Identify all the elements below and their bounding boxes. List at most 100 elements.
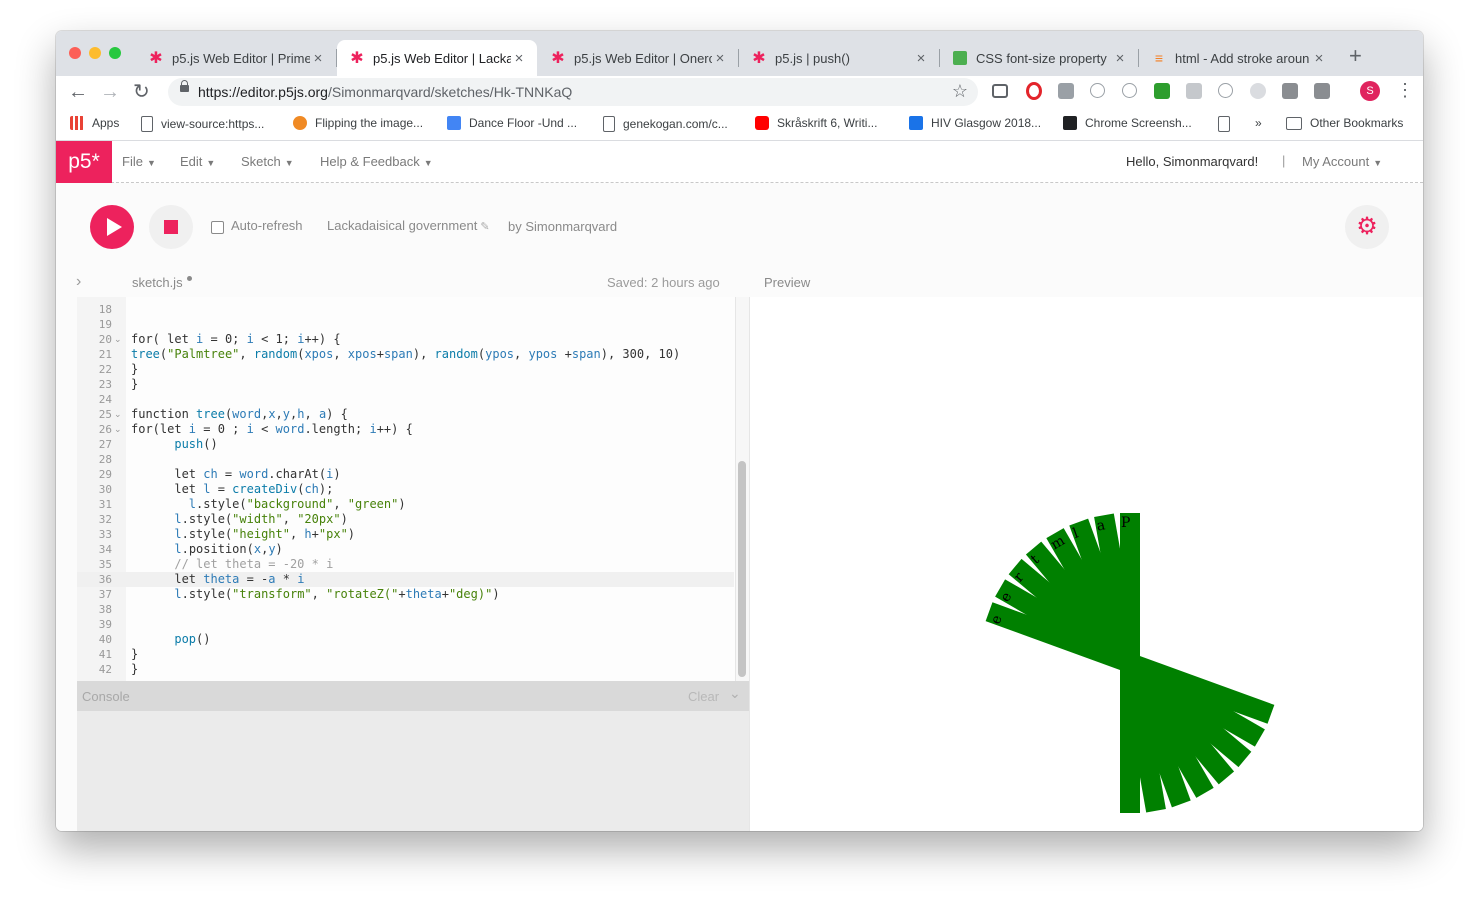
pencil-icon[interactable]: ✎ xyxy=(480,221,489,233)
menu-edit[interactable]: Edit ▼ xyxy=(180,154,215,169)
menu-help-feedback[interactable]: Help & Feedback ▼ xyxy=(320,154,433,169)
editor-scrollbar-thumb[interactable] xyxy=(738,461,746,677)
bookmark-item[interactable] xyxy=(1218,116,1238,132)
code-line[interactable]: 35 // let theta = -20 * i xyxy=(77,557,734,572)
tab-1[interactable]: ✱ p5.js Web Editor | Prime × xyxy=(136,40,336,76)
code-line[interactable]: 21 tree("Palmtree", random(xpos, xpos+spa… xyxy=(77,347,734,362)
fold-chevron-icon[interactable]: ⌄ xyxy=(114,332,124,347)
sketch-name[interactable]: Lackadaisical government ✎ xyxy=(327,218,490,233)
stop-button[interactable] xyxy=(149,205,193,249)
bookmark-item[interactable]: Flipping the image... xyxy=(293,116,423,130)
bookmark-item[interactable]: Skråskrift 6, Writi... xyxy=(755,116,877,130)
facebook-icon[interactable] xyxy=(1282,83,1298,99)
code-line[interactable]: 32 l.style("width", "20px") xyxy=(77,512,734,527)
close-tab-icon[interactable]: × xyxy=(913,50,929,67)
code-line[interactable]: 42} xyxy=(77,662,734,677)
code-line[interactable]: 20 ⌄ for( let i = 0; i < 1; i++) { xyxy=(77,332,734,347)
other-bookmarks[interactable]: Other Bookmarks xyxy=(1286,116,1403,130)
fold-chevron-icon[interactable]: ⌄ xyxy=(114,407,124,422)
ghost-extension-icon[interactable] xyxy=(1090,83,1105,98)
collapse-console-chevron-icon[interactable]: ⌄ xyxy=(729,685,741,702)
code-line[interactable]: 19 xyxy=(77,317,734,332)
tab-5[interactable]: CSS font-size property × xyxy=(940,40,1138,76)
bookmark-item[interactable]: Chrome Screensh... xyxy=(1063,116,1192,130)
new-tab-button[interactable]: + xyxy=(1349,45,1362,67)
close-tab-icon[interactable]: × xyxy=(1112,50,1128,67)
reload-icon[interactable]: ↻ xyxy=(133,79,150,105)
close-tab-icon[interactable]: × xyxy=(511,50,527,67)
close-tab-icon[interactable]: × xyxy=(310,50,326,67)
chat-extension-icon[interactable] xyxy=(1186,83,1202,99)
code-line[interactable]: 33 l.style("height", h+"px") xyxy=(77,527,734,542)
bookmarks-overflow-button[interactable]: » xyxy=(1255,116,1262,130)
code-line[interactable]: 34 l.position(x,y) xyxy=(77,542,734,557)
code-line[interactable]: 40 pop() xyxy=(77,632,734,647)
bookmark-apps[interactable]: Apps xyxy=(70,116,119,130)
menu-file[interactable]: File ▼ xyxy=(122,154,156,169)
back-arrow-icon[interactable]: ← xyxy=(68,79,88,105)
circle-extension-icon[interactable] xyxy=(1218,83,1233,98)
close-tab-icon[interactable]: × xyxy=(712,50,728,67)
code-line[interactable]: 31 l.style("background", "green") xyxy=(77,497,734,512)
bookmark-item[interactable]: view-source:https... xyxy=(141,116,264,132)
code-text: pop() xyxy=(174,632,211,646)
code-line[interactable]: 39 xyxy=(77,617,734,632)
auto-refresh-checkbox[interactable] xyxy=(211,221,224,234)
code-line[interactable]: 29 let ch = word.charAt(i) xyxy=(77,467,734,482)
s-extension-icon[interactable] xyxy=(1058,83,1074,99)
editor-nav: p5* File ▼ Edit ▼ Sketch ▼ Help & Feedback ▼… xyxy=(56,141,1423,183)
my-account-menu[interactable]: My Account ▼ xyxy=(1302,154,1382,169)
line-number: 40 xyxy=(98,633,112,646)
settings-gear-icon[interactable]: ⚙ xyxy=(1345,205,1389,249)
bookmark-star-icon[interactable]: ☆ xyxy=(952,81,968,102)
code-line[interactable]: 30 let l = createDiv(ch); xyxy=(77,482,734,497)
code-line[interactable]: 24 xyxy=(77,392,734,407)
bookmark-item[interactable]: Dance Floor -Und ... xyxy=(447,116,577,130)
leaf-letter: P xyxy=(1121,515,1130,531)
address-bar[interactable]: https://editor.p5js.org/Simonmarqvard/sk… xyxy=(168,78,978,106)
play-button[interactable] xyxy=(90,205,134,249)
cast-icon[interactable] xyxy=(992,84,1008,98)
code-line[interactable]: 36 let theta = -a * i xyxy=(77,572,734,587)
code-line[interactable]: 23} xyxy=(77,377,734,392)
bookmark-item[interactable]: HIV Glasgow 2018... xyxy=(909,116,1041,130)
profile-avatar[interactable]: S xyxy=(1360,81,1380,101)
preview-canvas: Palmtree xyxy=(985,513,1275,813)
tab-4[interactable]: ✱ p5.js | push() × xyxy=(739,40,939,76)
code-editor[interactable]: 18 19 20 ⌄ for( let i = 0; i < 1; i++) {21 tr… xyxy=(77,297,749,681)
code-line[interactable]: 18 xyxy=(77,302,734,317)
code-line[interactable]: 27 push() xyxy=(77,437,734,452)
expand-sidebar-chevron-icon[interactable]: › xyxy=(76,273,81,291)
forward-arrow-icon[interactable]: → xyxy=(100,79,120,105)
tab-3[interactable]: ✱ p5.js Web Editor | Onerc × xyxy=(538,40,738,76)
more-menu-icon[interactable]: ⋮ xyxy=(1396,80,1414,101)
sketch-owner[interactable]: by Simonmarqvard xyxy=(508,219,617,234)
close-window-button[interactable] xyxy=(69,47,81,59)
leaf-extension-icon[interactable] xyxy=(1250,83,1266,99)
menu-sketch[interactable]: Sketch ▼ xyxy=(241,154,294,169)
line-number: 28 xyxy=(98,453,112,466)
code-line[interactable]: 41} xyxy=(77,647,734,662)
chevron-down-icon: ▼ xyxy=(423,158,433,168)
code-line[interactable]: 38 xyxy=(77,602,734,617)
code-line[interactable]: 22} xyxy=(77,362,734,377)
close-tab-icon[interactable]: × xyxy=(1311,50,1327,67)
code-line[interactable]: 26 ⌄ for(let i = 0 ; i < word.length; i++)… xyxy=(77,422,734,437)
clear-console-button[interactable]: Clear xyxy=(688,689,719,704)
code-line[interactable]: 25 ⌄ function tree(word,x,y,h, a) { xyxy=(77,407,734,422)
chevron-down-icon: ▼ xyxy=(1373,158,1383,168)
minus-extension-icon[interactable] xyxy=(1314,83,1330,99)
code-line[interactable]: 37 l.style("transform", "rotateZ("+theta… xyxy=(77,587,734,602)
fold-chevron-icon[interactable]: ⌄ xyxy=(114,422,124,437)
bookmark-item[interactable]: genekogan.com/c... xyxy=(603,116,728,132)
skype-icon[interactable] xyxy=(1122,83,1137,98)
code-text: l.style("height", h+"px") xyxy=(174,527,356,541)
minimize-window-button[interactable] xyxy=(89,47,101,59)
p5-logo[interactable]: p5* xyxy=(56,141,112,183)
zoom-window-button[interactable] xyxy=(109,47,121,59)
code-line[interactable]: 28 xyxy=(77,452,734,467)
tab-6[interactable]: ≡ html - Add stroke aroun × xyxy=(1139,40,1337,76)
opera-icon[interactable] xyxy=(1026,82,1042,100)
tab-2-active[interactable]: ✱ p5.js Web Editor | Lacka × xyxy=(337,40,537,76)
cors-extension-icon[interactable] xyxy=(1154,83,1170,99)
